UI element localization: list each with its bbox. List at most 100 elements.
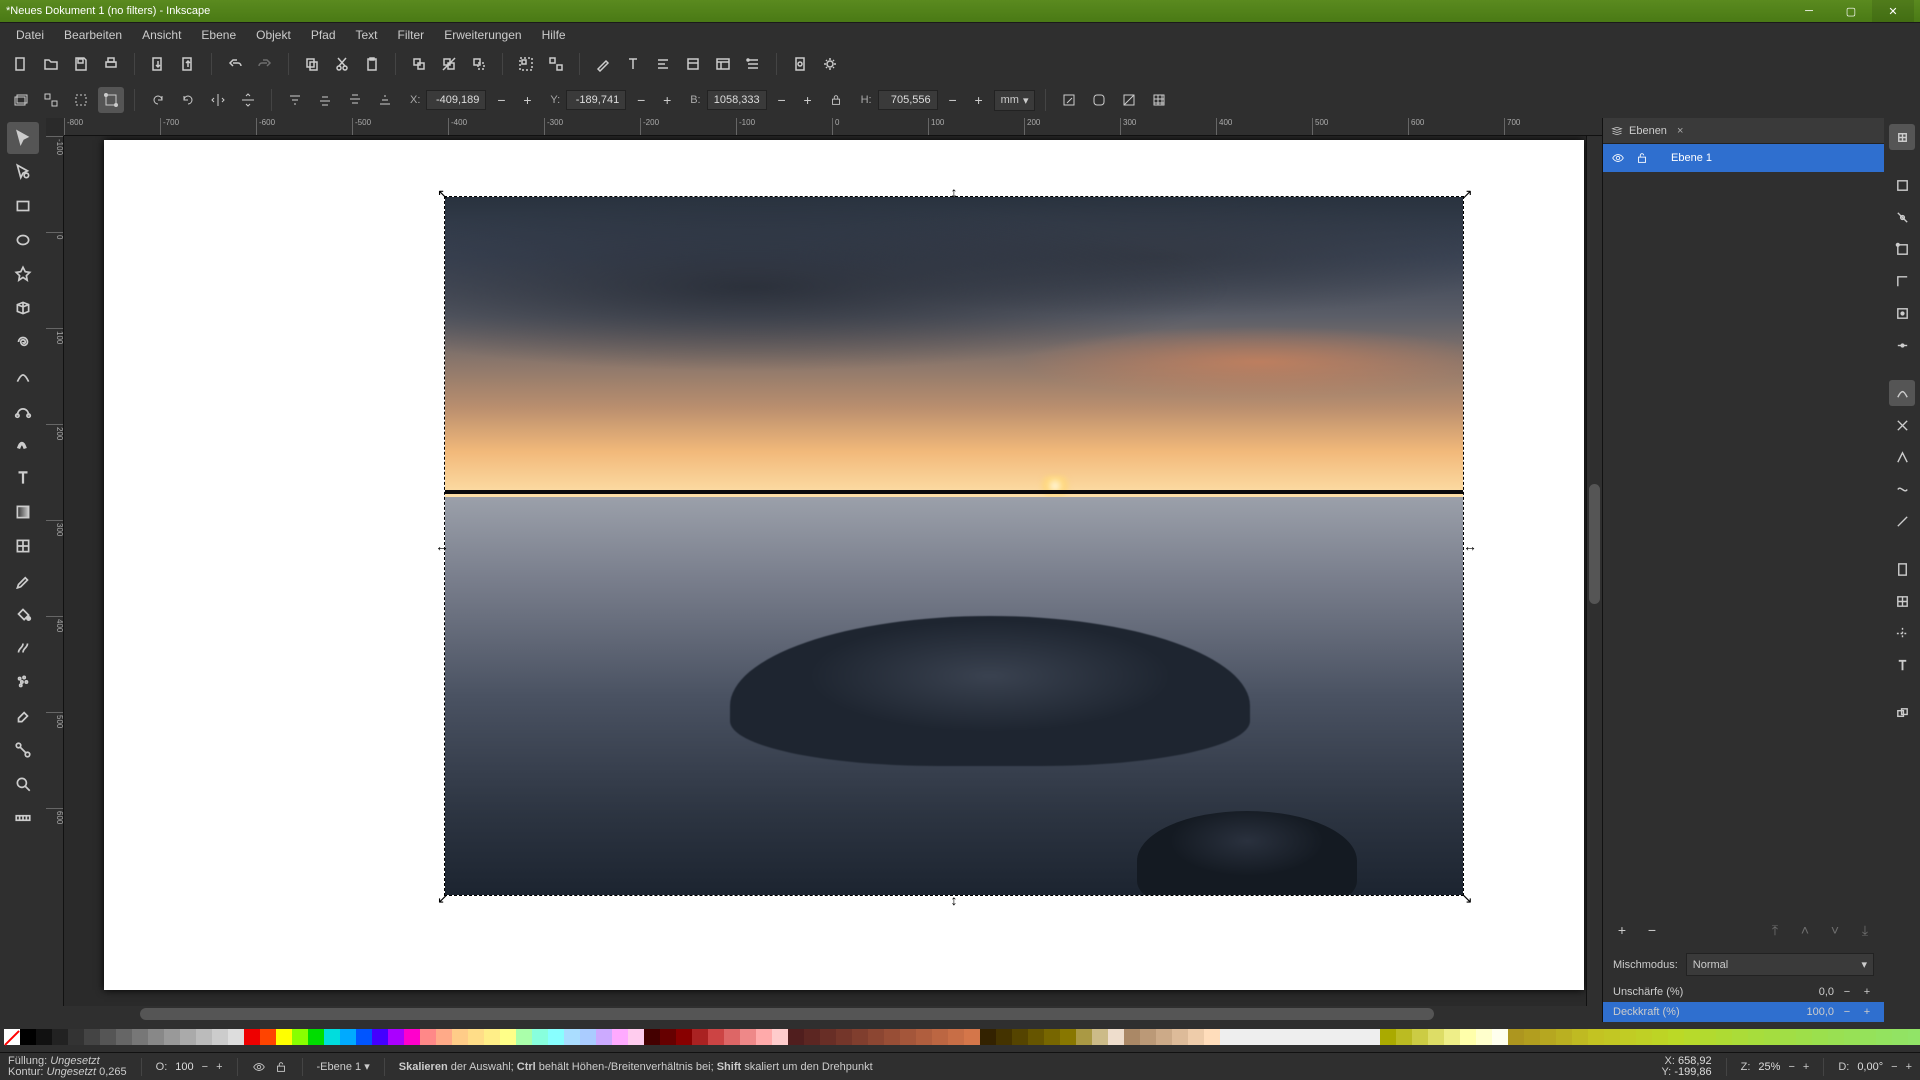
- swatch[interactable]: [1172, 1029, 1188, 1045]
- scale-stroke-button[interactable]: [1056, 87, 1082, 113]
- swatch[interactable]: [740, 1029, 756, 1045]
- mesh-tool[interactable]: [7, 530, 39, 562]
- swatch[interactable]: [1220, 1029, 1236, 1045]
- y-inc-button[interactable]: +: [656, 89, 678, 111]
- cut-button[interactable]: [329, 51, 355, 77]
- swatch[interactable]: [1476, 1029, 1492, 1045]
- flip-h-button[interactable]: [205, 87, 231, 113]
- swatch[interactable]: [324, 1029, 340, 1045]
- maximize-button[interactable]: ▢: [1830, 0, 1872, 22]
- swatch[interactable]: [692, 1029, 708, 1045]
- w-inc-button[interactable]: +: [797, 89, 819, 111]
- swatch[interactable]: [660, 1029, 676, 1045]
- opacity-dec[interactable]: −: [202, 1061, 208, 1073]
- snap-path-icon[interactable]: [1889, 380, 1915, 406]
- connector-tool[interactable]: [7, 734, 39, 766]
- swatch[interactable]: [100, 1029, 116, 1045]
- scrollbar-vertical[interactable]: [1586, 136, 1602, 1006]
- swatch[interactable]: [500, 1029, 516, 1045]
- new-doc-button[interactable]: [8, 51, 34, 77]
- swatch[interactable]: [228, 1029, 244, 1045]
- swatch[interactable]: [1300, 1029, 1316, 1045]
- zoom-out-button[interactable]: −: [1788, 1061, 1794, 1073]
- swatch[interactable]: [68, 1029, 84, 1045]
- swatch[interactable]: [116, 1029, 132, 1045]
- spiral-tool[interactable]: [7, 326, 39, 358]
- clone-button[interactable]: [406, 51, 432, 77]
- y-dec-button[interactable]: −: [630, 89, 652, 111]
- rotate-ccw-button[interactable]: [145, 87, 171, 113]
- swatch[interactable]: [356, 1029, 372, 1045]
- swatch[interactable]: [1572, 1029, 1588, 1045]
- swatch[interactable]: [1700, 1029, 1716, 1045]
- swatch[interactable]: [916, 1029, 932, 1045]
- opacity-inc[interactable]: +: [216, 1061, 222, 1073]
- text-tool[interactable]: [7, 462, 39, 494]
- object-props-button[interactable]: [680, 51, 706, 77]
- snap-guide-icon[interactable]: [1889, 620, 1915, 646]
- swatch[interactable]: [1796, 1029, 1812, 1045]
- layer-down-button[interactable]: ˅: [1824, 919, 1846, 941]
- swatch[interactable]: [1076, 1029, 1092, 1045]
- resize-handle-ne[interactable]: ↗: [1461, 189, 1471, 199]
- pencil-tool[interactable]: [7, 360, 39, 392]
- swatch[interactable]: [1268, 1029, 1284, 1045]
- swatch[interactable]: [1380, 1029, 1396, 1045]
- menu-ebene[interactable]: Ebene: [191, 25, 246, 45]
- swatch[interactable]: [1412, 1029, 1428, 1045]
- menu-objekt[interactable]: Objekt: [246, 25, 301, 45]
- snap-midpoint-icon[interactable]: [1889, 332, 1915, 358]
- swatch[interactable]: [452, 1029, 468, 1045]
- resize-handle-w[interactable]: ↔: [435, 541, 445, 551]
- scale-gradient-button[interactable]: [1116, 87, 1142, 113]
- copy-button[interactable]: [299, 51, 325, 77]
- swatch[interactable]: [1236, 1029, 1252, 1045]
- swatch[interactable]: [1588, 1029, 1604, 1045]
- ellipse-tool[interactable]: [7, 224, 39, 256]
- swatch[interactable]: [1844, 1029, 1860, 1045]
- node-tool[interactable]: [7, 156, 39, 188]
- lower-button[interactable]: [342, 87, 368, 113]
- lock-icon[interactable]: [1635, 151, 1649, 165]
- swatch[interactable]: [996, 1029, 1012, 1045]
- no-fill-swatch[interactable]: [4, 1029, 20, 1045]
- 3dbox-tool[interactable]: [7, 292, 39, 324]
- swatch[interactable]: [1604, 1029, 1620, 1045]
- calligraphy-tool[interactable]: [7, 428, 39, 460]
- swatch[interactable]: [820, 1029, 836, 1045]
- zoom-in-button[interactable]: +: [1803, 1061, 1809, 1073]
- visibility-status-icon[interactable]: [252, 1060, 266, 1074]
- swatch[interactable]: [1204, 1029, 1220, 1045]
- close-button[interactable]: ✕: [1872, 0, 1914, 22]
- blur-value[interactable]: 0,0: [1800, 986, 1834, 998]
- swatch[interactable]: [372, 1029, 388, 1045]
- swatch[interactable]: [84, 1029, 100, 1045]
- scale-pattern-button[interactable]: [1146, 87, 1172, 113]
- rot-inc-button[interactable]: +: [1906, 1061, 1912, 1073]
- swatch[interactable]: [1316, 1029, 1332, 1045]
- current-layer-select[interactable]: -Ebene 1 ▾: [317, 1060, 370, 1073]
- h-dec-button[interactable]: −: [942, 89, 964, 111]
- export-button[interactable]: [175, 51, 201, 77]
- raise-top-button[interactable]: [282, 87, 308, 113]
- raise-button[interactable]: [312, 87, 338, 113]
- swatch[interactable]: [1732, 1029, 1748, 1045]
- swatch[interactable]: [1764, 1029, 1780, 1045]
- panel-close-button[interactable]: ×: [1677, 125, 1683, 137]
- swatch[interactable]: [52, 1029, 68, 1045]
- swatch[interactable]: [1748, 1029, 1764, 1045]
- menu-pfad[interactable]: Pfad: [301, 25, 346, 45]
- swatch[interactable]: [244, 1029, 260, 1045]
- swatch[interactable]: [724, 1029, 740, 1045]
- scrollbar-horizontal[interactable]: [64, 1006, 1586, 1022]
- visibility-icon[interactable]: [1611, 151, 1625, 165]
- snap-grid-icon[interactable]: [1889, 588, 1915, 614]
- opacity-value[interactable]: 100,0: [1800, 1006, 1834, 1018]
- blend-mode-select[interactable]: Normal▾: [1686, 953, 1874, 976]
- snap-center-icon[interactable]: [1889, 300, 1915, 326]
- swatch[interactable]: [1524, 1029, 1540, 1045]
- swatch[interactable]: [1044, 1029, 1060, 1045]
- selectors-button[interactable]: [740, 51, 766, 77]
- swatch[interactable]: [548, 1029, 564, 1045]
- resize-handle-e[interactable]: ↔: [1463, 541, 1473, 551]
